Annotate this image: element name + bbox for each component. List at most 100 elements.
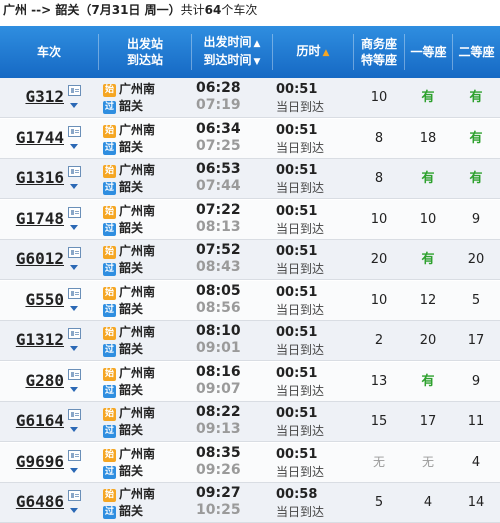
train-row[interactable]: G6164 始广州南过韶关 08:22 09:13 00:51 当日到达 15 17 11 — [0, 402, 500, 442]
train-number-link[interactable]: G1748 — [16, 209, 64, 228]
pass-station-badge: 过 — [103, 506, 116, 519]
arrival-day: 当日到达 — [276, 465, 325, 479]
timetable-icon[interactable] — [68, 288, 81, 299]
first-class-seat-count: 18 — [419, 131, 437, 146]
to-station: 过韶关 — [103, 98, 143, 114]
train-row[interactable]: G1316 始广州南过韶关 06:53 07:44 00:51 当日到达 8 有 有 — [0, 159, 500, 199]
dropdown-caret-icon[interactable] — [70, 508, 78, 513]
business-seat-count: 8 — [374, 131, 384, 146]
from-station: 始广州南 — [103, 81, 155, 97]
train-number-link[interactable]: G1744 — [16, 128, 64, 147]
first-class-seat-count: 10 — [419, 212, 437, 227]
header-times[interactable]: 出发时间 ▲ 到达时间 ▼ — [192, 26, 272, 78]
header-train-label: 车次 — [36, 45, 61, 59]
train-row[interactable]: G6012 始广州南过韶关 07:52 08:43 00:51 当日到达 20 有 20 — [0, 240, 500, 280]
train-number-link[interactable]: G1312 — [16, 330, 64, 349]
to-station-name: 韶关 — [119, 464, 144, 478]
second-class-seat-count: 17 — [467, 333, 485, 348]
duration-sort-icon[interactable]: ▲ — [323, 48, 330, 58]
train-row[interactable]: G550 始广州南过韶关 08:05 08:56 00:51 当日到达 10 12 5 — [0, 281, 500, 321]
count-suffix: 个车次 — [221, 3, 258, 17]
train-number-link[interactable]: G312 — [25, 87, 64, 106]
train-row[interactable]: G1312 始广州南过韶关 08:10 09:01 00:51 当日到达 2 20 17 — [0, 321, 500, 361]
dropdown-caret-icon[interactable] — [70, 427, 78, 432]
start-station-badge: 始 — [103, 287, 116, 300]
dropdown-caret-icon[interactable] — [70, 103, 78, 108]
arrival-time: 07:25 — [196, 138, 241, 154]
train-number-link[interactable]: G6012 — [16, 249, 64, 268]
dropdown-caret-icon[interactable] — [70, 144, 78, 149]
timetable-icon[interactable] — [68, 85, 81, 96]
second-class-seat-count: 4 — [471, 455, 481, 470]
train-number-link[interactable]: G6164 — [16, 411, 64, 430]
to-station-name: 韶关 — [119, 504, 144, 518]
dropdown-caret-icon[interactable] — [70, 306, 78, 311]
train-row[interactable]: G280 始广州南过韶关 08:16 09:07 00:51 当日到达 13 有 9 — [0, 362, 500, 402]
train-cell: G6486 — [0, 483, 98, 522]
timetable-icon[interactable] — [68, 247, 81, 258]
train-cell: G1312 — [0, 321, 98, 360]
train-cell: G1744 — [0, 119, 98, 158]
sort-up-icon[interactable]: ▲ — [254, 39, 261, 49]
header-train[interactable]: 车次 — [0, 26, 98, 78]
arrival-day: 当日到达 — [276, 262, 325, 276]
pass-station-badge: 过 — [103, 263, 116, 276]
timetable-icon[interactable] — [68, 369, 81, 380]
from-station: 始广州南 — [103, 284, 155, 300]
from-station: 始广州南 — [103, 365, 155, 381]
route-summary: 广州 --> 韶关（7月31日 周一）共计64个车次 — [0, 0, 500, 22]
header-duration-label: 历时 — [296, 44, 321, 58]
timetable-icon[interactable] — [68, 450, 81, 461]
train-row[interactable]: G6486 始广州南过韶关 09:27 10:25 00:58 当日到达 5 4 14 — [0, 483, 500, 523]
timetable-icon[interactable] — [68, 409, 81, 420]
from-station: 始广州南 — [103, 162, 155, 178]
to-station-name: 韶关 — [119, 423, 144, 437]
header-time-arr: 到达时间 — [203, 53, 252, 67]
train-number-link[interactable]: G6486 — [16, 492, 64, 511]
from-station: 始广州南 — [103, 203, 155, 219]
pass-station-badge: 过 — [103, 142, 116, 155]
train-row[interactable]: G312 始广州南过韶关 06:28 07:19 00:51 当日到达 10 有 有 — [0, 78, 500, 118]
dropdown-caret-icon[interactable] — [70, 468, 78, 473]
arrival-day: 当日到达 — [276, 222, 325, 236]
train-number-link[interactable]: G9696 — [16, 452, 64, 471]
sort-down-icon[interactable]: ▼ — [254, 57, 261, 67]
dropdown-caret-icon[interactable] — [70, 346, 78, 351]
timetable-icon[interactable] — [68, 490, 81, 501]
header-business-2: 特等座 — [360, 53, 397, 67]
train-row[interactable]: G9696 始广州南过韶关 08:35 09:26 00:51 当日到达 无 无 4 — [0, 443, 500, 483]
train-row[interactable]: G1748 始广州南过韶关 07:22 08:13 00:51 当日到达 10 10 9 — [0, 200, 500, 240]
train-row[interactable]: G1744 始广州南过韶关 06:34 07:25 00:51 当日到达 8 18 有 — [0, 119, 500, 159]
timetable-icon[interactable] — [68, 328, 81, 339]
departure-time: 06:28 — [196, 80, 241, 96]
train-number-link[interactable]: G280 — [25, 371, 64, 390]
to-station: 过韶关 — [103, 463, 143, 479]
travel-date: （7月31日 周一） — [79, 3, 181, 17]
timetable-icon[interactable] — [68, 126, 81, 137]
train-number-link[interactable]: G1316 — [16, 168, 64, 187]
start-station-badge: 始 — [103, 125, 116, 138]
dropdown-caret-icon[interactable] — [70, 225, 78, 230]
pass-station-badge: 过 — [103, 344, 116, 357]
start-station-badge: 始 — [103, 449, 116, 462]
from-station-name: 广州南 — [119, 244, 156, 258]
dropdown-caret-icon[interactable] — [70, 265, 78, 270]
train-count: 64 — [204, 3, 222, 17]
arrival-day: 当日到达 — [276, 141, 325, 155]
arrival-time: 09:13 — [196, 421, 241, 437]
train-number-link[interactable]: G550 — [25, 290, 64, 309]
timetable-icon[interactable] — [68, 207, 81, 218]
to-station-name: 韶关 — [119, 383, 144, 397]
business-seat-count: 13 — [370, 374, 388, 389]
to-station: 过韶关 — [103, 220, 143, 236]
duration: 00:58 — [276, 487, 318, 502]
dropdown-caret-icon[interactable] — [70, 387, 78, 392]
to-station: 过韶关 — [103, 422, 143, 438]
header-duration[interactable]: 历时 ▲ — [273, 26, 353, 78]
start-station-badge: 始 — [103, 368, 116, 381]
dropdown-caret-icon[interactable] — [70, 184, 78, 189]
departure-time: 07:52 — [196, 242, 241, 258]
timetable-icon[interactable] — [68, 166, 81, 177]
header-stations[interactable]: 出发站 到达站 — [99, 26, 191, 78]
business-seat-count: 10 — [370, 212, 388, 227]
